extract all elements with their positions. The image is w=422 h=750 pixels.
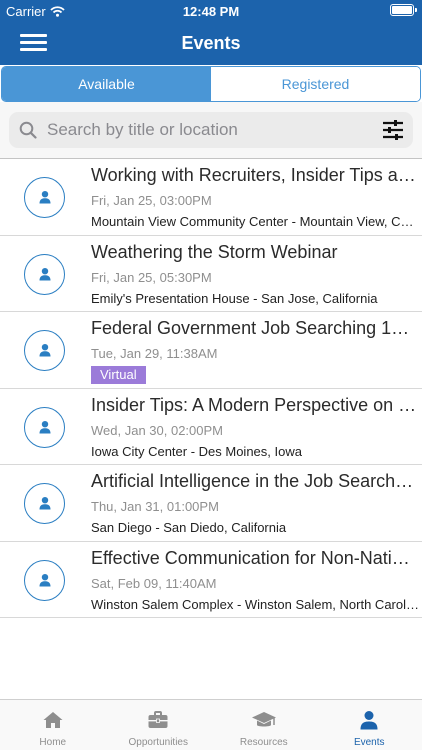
home-icon [43,712,63,728]
tab-home[interactable]: Home [0,700,106,750]
event-location: Emily's Presentation House - San Jose, C… [91,290,378,306]
event-row[interactable]: Federal Government Job Searching 101 Web… [0,312,422,389]
events-list: Working with Recruiters, Insider Tips an… [0,159,422,618]
event-date: Wed, Jan 30, 02:00PM [91,422,224,438]
event-title: Artificial Intelligence in the Job Searc… [91,471,417,491]
briefcase-icon [148,711,168,728]
header: Carrier 12:48 PM Events [0,0,422,65]
battery-icon [390,4,417,16]
event-row[interactable]: Working with Recruiters, Insider Tips an… [0,159,422,236]
avatar [24,483,65,524]
search-bar [0,102,422,159]
search-box [9,112,413,148]
person-icon [39,191,51,204]
tab-bar: Home Opportunities Resources Events [0,699,422,750]
event-title: Effective Communication for Non-Native S… [91,547,417,568]
event-title: Insider Tips: A Modern Perspective on Ne… [91,394,417,415]
event-title: Working with Recruiters, Insider Tips an… [91,165,417,185]
virtual-badge: Virtual [91,366,146,384]
tab-label: Resources [239,737,288,748]
event-row[interactable]: Insider Tips: A Modern Perspective on Ne… [0,389,422,465]
event-location: Iowa City Center - Des Moines, Iowa [91,443,302,459]
event-title: Weathering the Storm Webinar [91,241,338,262]
graduation-cap-icon [251,712,276,727]
person-icon [39,420,51,433]
segmented-control: Available Registered [1,66,421,102]
event-date: Fri, Jan 25, 03:00PM [91,193,212,208]
event-location: Mountain View Community Center - Mountai… [91,214,419,229]
tab-available[interactable]: Available [2,67,211,101]
event-date: Thu, Jan 31, 01:00PM [91,499,219,514]
event-date: Fri, Jan 25, 05:30PM [91,269,212,285]
person-icon [39,573,51,586]
event-date: Sat, Feb 09, 11:40AM [91,575,217,591]
avatar [24,559,65,601]
tab-resources[interactable]: Resources [211,700,317,750]
tab-opportunities[interactable]: Opportunities [106,700,212,750]
tab-label: Events [353,737,385,748]
event-row[interactable]: Effective Communication for Non-Native S… [0,542,422,618]
person-icon [39,344,51,357]
tab-label: Opportunities [128,737,188,748]
event-row[interactable]: Weathering the Storm Webinar Fri, Jan 25… [0,236,422,312]
filter-icon[interactable] [381,118,405,142]
tab-events[interactable]: Events [317,700,422,750]
event-location: San Diego - San Diedo, California [91,520,287,535]
avatar [24,253,65,295]
event-date: Tue, Jan 29, 11:38AM [91,346,218,361]
avatar [24,406,65,448]
status-bar: Carrier 12:48 PM [0,0,422,22]
person-icon [360,711,378,730]
avatar [24,177,65,218]
status-time: 12:48 PM [182,4,240,19]
event-title: Federal Government Job Searching 101 Web… [91,318,417,338]
tab-registered[interactable]: Registered [211,67,420,101]
avatar [24,330,65,371]
search-input[interactable] [47,112,367,148]
tab-label: Home [39,737,67,748]
person-icon [39,267,51,280]
search-icon [19,121,37,139]
person-icon [39,497,51,510]
event-location: Winston Salem Complex - Winston Salem, N… [91,596,419,612]
event-row[interactable]: Artificial Intelligence in the Job Searc… [0,465,422,542]
page-title: Events [181,33,241,53]
